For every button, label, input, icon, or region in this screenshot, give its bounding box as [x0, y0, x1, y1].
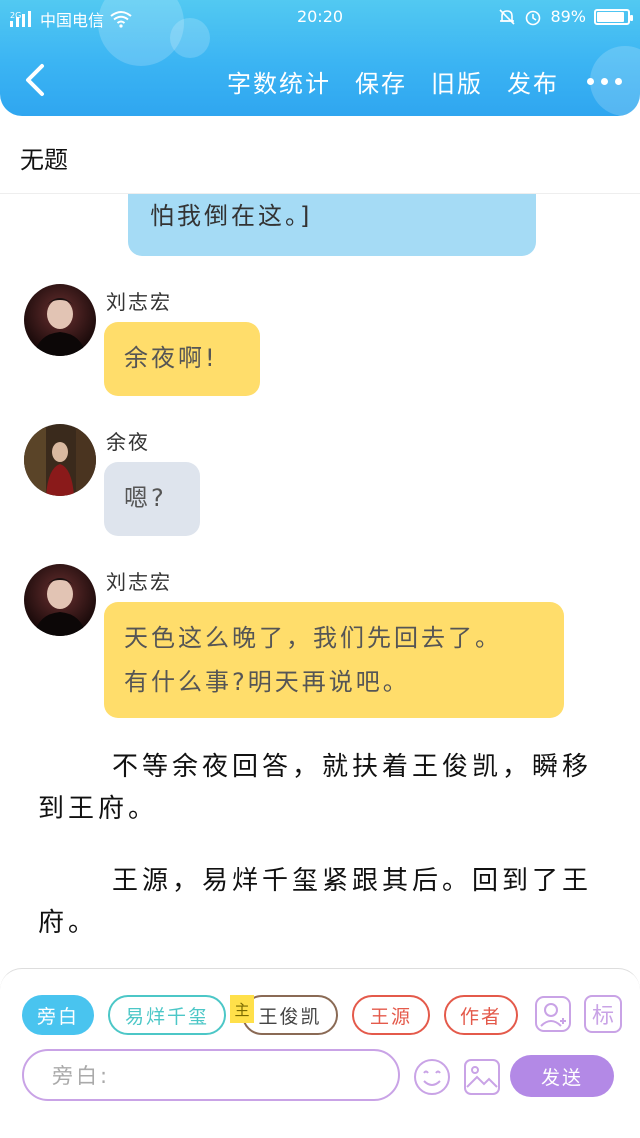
add-character-icon[interactable] [534, 995, 572, 1033]
avatar[interactable] [24, 284, 96, 356]
header-actions: 字数统计 保存 旧版 发布 [227, 64, 622, 99]
role-chip[interactable]: 王源 [352, 995, 430, 1035]
mute-bell-icon [499, 8, 516, 25]
publish-button[interactable]: 发布 [507, 64, 559, 99]
message-bubble[interactable]: 余夜啊! [104, 322, 260, 396]
avatar[interactable] [24, 564, 96, 636]
message-text: 怕我倒在这。] [150, 202, 313, 230]
send-button[interactable]: 发送 [510, 1055, 614, 1097]
word-count-button[interactable]: 字数统计 [227, 64, 331, 99]
message-input[interactable]: 旁白: [22, 1049, 400, 1101]
main-character-badge: 主 [230, 995, 254, 1023]
message-text: 有什么事?明天再说吧。 [124, 668, 410, 696]
image-icon[interactable] [462, 1057, 502, 1097]
battery-percent: 89% [550, 7, 586, 26]
message-text: 余夜啊! [124, 344, 218, 372]
role-chip-main[interactable]: 王俊凯 [242, 995, 338, 1035]
old-version-button[interactable]: 旧版 [431, 64, 483, 99]
composer-panel: 旁白 易烊千玺 王俊凯 主 王源 作者 标 旁白: 发送 [0, 968, 640, 1138]
battery-level [597, 11, 624, 22]
battery-icon [594, 8, 633, 25]
speaker-name: 余夜 [106, 430, 150, 454]
chat-area: 怕我倒在这。] 刘志宏 余夜啊! 余夜 嗯? 刘志宏 天色这么晚了，我们先回去了… [0, 194, 640, 968]
role-chip-narrator[interactable]: 旁白 [22, 995, 94, 1035]
narration-text[interactable]: 不等余夜回答，就扶着王俊凯，瞬移到王府。 [38, 746, 608, 830]
app-header: 2G 中国电信 20:20 89% 字数统计 保存 旧版 发布 [0, 0, 640, 116]
story-title-row[interactable]: 无题 [0, 116, 640, 194]
status-bar: 2G 中国电信 20:20 89% [0, 0, 640, 34]
speaker-name: 刘志宏 [106, 570, 172, 594]
alarm-icon [526, 10, 541, 25]
tag-button[interactable]: 标 [584, 995, 622, 1033]
story-title: 无题 [20, 146, 68, 174]
emoji-icon[interactable] [412, 1057, 452, 1097]
role-chip[interactable]: 作者 [444, 995, 518, 1035]
role-chip[interactable]: 易烊千玺 [108, 995, 226, 1035]
message-bubble[interactable]: 怕我倒在这。] [128, 194, 536, 256]
message-bubble[interactable]: 天色这么晚了，我们先回去了。 有什么事?明天再说吧。 [104, 602, 564, 718]
back-arrow-icon[interactable] [18, 60, 52, 100]
speaker-name: 刘志宏 [106, 290, 172, 314]
more-options-icon[interactable] [583, 78, 622, 85]
save-button[interactable]: 保存 [355, 64, 407, 99]
message-bubble[interactable]: 嗯? [104, 462, 200, 536]
avatar[interactable] [24, 424, 96, 496]
narration-text[interactable]: 王源，易烊千玺紧跟其后。回到了王府。 [38, 860, 608, 944]
message-text: 天色这么晚了，我们先回去了。 [124, 624, 502, 652]
message-text: 嗯? [124, 484, 167, 512]
